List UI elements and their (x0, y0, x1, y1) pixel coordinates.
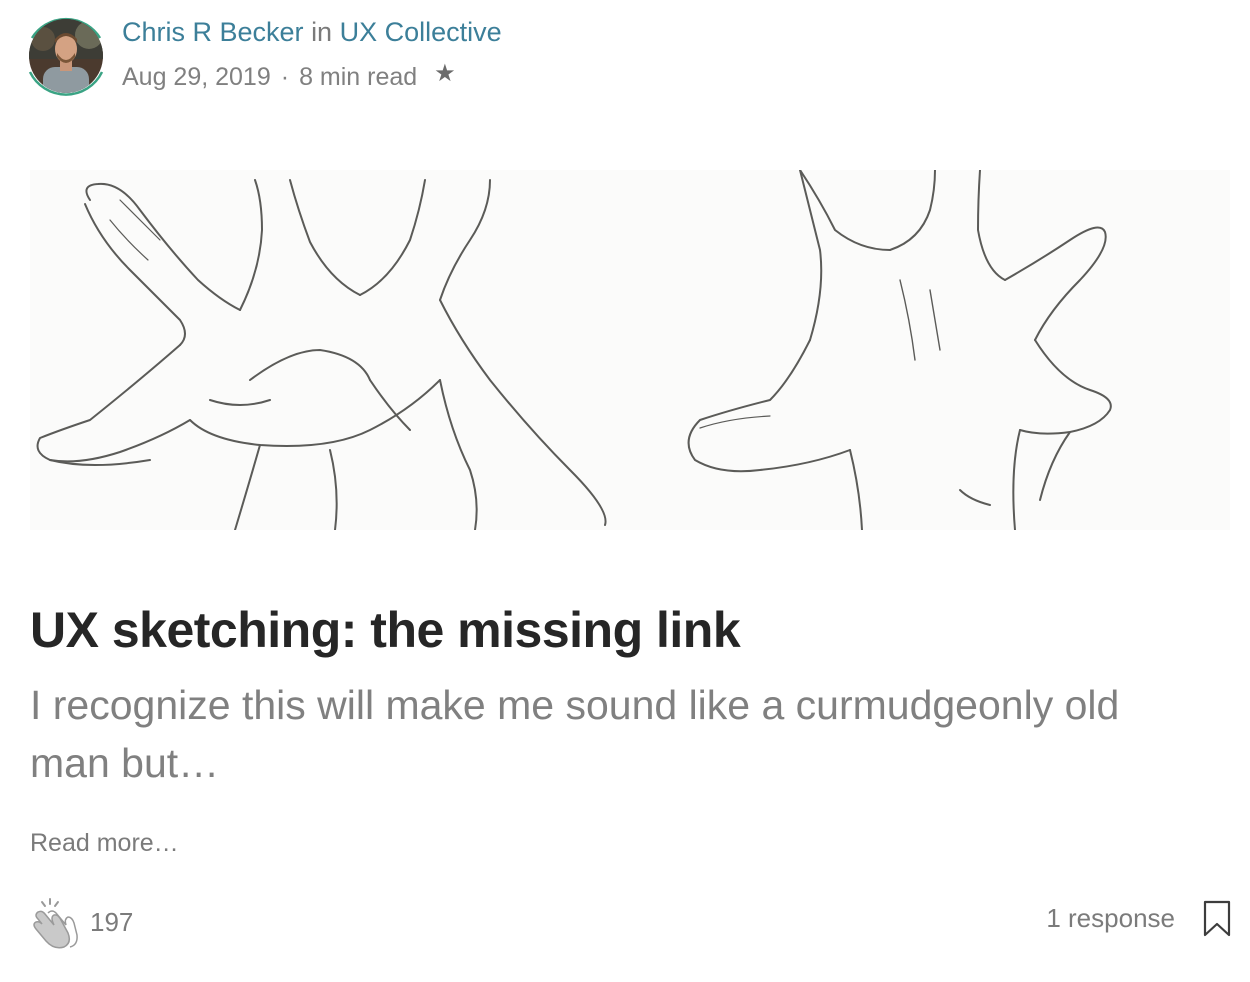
author-name-link[interactable]: Chris R Becker (122, 17, 304, 47)
publish-date: Aug 29, 2019 (122, 63, 271, 91)
hands-sketch-image[interactable] (30, 170, 1230, 530)
avatar-wrap[interactable] (22, 12, 110, 100)
story-title[interactable]: UX sketching: the missing link (30, 598, 1230, 662)
publication-link[interactable]: UX Collective (340, 17, 502, 47)
meta-block: Chris R Becker in UX Collective Aug 29, … (122, 14, 722, 93)
avatar[interactable] (29, 19, 103, 93)
byline-connector: in (311, 17, 333, 47)
byline: Chris R Becker in UX Collective (122, 14, 722, 50)
bookmark-icon[interactable] (1201, 900, 1233, 938)
clap-count[interactable]: 197 (90, 904, 133, 940)
clap-icon[interactable] (28, 895, 82, 949)
responses-link[interactable]: 1 response (1046, 900, 1175, 936)
story-meta: Aug 29, 2019 · 8 min read ★ (122, 58, 722, 93)
story-card: Chris R Becker in UX Collective Aug 29, … (0, 0, 1250, 982)
star-icon: ★ (434, 60, 456, 87)
author-row: Chris R Becker in UX Collective Aug 29, … (22, 12, 722, 102)
story-excerpt[interactable]: I recognize this will make me sound like… (30, 676, 1190, 792)
read-time: 8 min read (299, 63, 418, 91)
meta-separator: · (280, 63, 290, 91)
read-more-link[interactable]: Read more… (30, 826, 179, 860)
